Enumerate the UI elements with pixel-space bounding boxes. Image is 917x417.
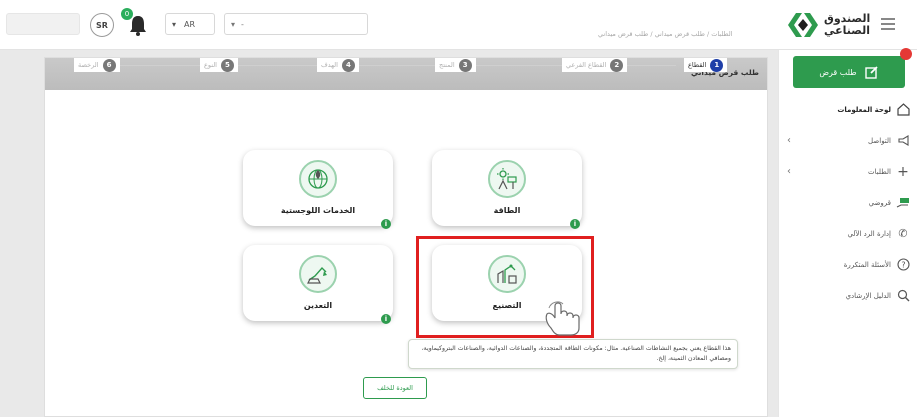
breadcrumb[interactable]: الطلبات / طلب قرض ميداني / طلب قرض ميدان… — [598, 30, 733, 38]
step-number: 1 — [710, 58, 724, 72]
sidebar-item-my-loans[interactable]: قروضي — [779, 187, 917, 218]
logo-mark-icon — [788, 13, 818, 37]
step-number: 4 — [341, 58, 355, 72]
chevron-left-icon: ‹ — [787, 166, 791, 177]
sector-description-tooltip: هذا القطاع يعني بجميع النشاطات الصناعية.… — [408, 339, 738, 369]
card-label: الطاقة — [493, 206, 521, 215]
language-value: AR — [184, 19, 196, 29]
back-button[interactable]: العودة للخلف — [363, 377, 427, 399]
new-loan-label: طلب قرض — [819, 67, 857, 77]
card-label: التعدين — [303, 301, 333, 310]
edit-icon — [864, 66, 878, 79]
language-select[interactable]: ▾ AR — [165, 13, 215, 35]
sector-card-logistics[interactable]: الخدمات اللوجستية i — [243, 150, 393, 229]
panel-header: طلب قرض ميداني — [45, 58, 767, 90]
home-icon — [896, 103, 910, 117]
chevron-down-icon: ▾ — [172, 19, 177, 29]
unit-value: - — [241, 19, 244, 29]
top-bar: SR 0 ▾ AR ▾ - الطلبات / طلب قرض ميداني /… — [0, 0, 917, 50]
sidebar-item-faq[interactable]: الأسئلة المتكررة ? — [779, 249, 917, 280]
sidebar: طلب قرض لوحة المعلومات ‹ التواصل ‹ الطلب… — [778, 48, 917, 417]
info-icon[interactable]: i — [381, 314, 391, 324]
new-loan-button[interactable]: طلب قرض — [793, 56, 905, 88]
step-number: 2 — [610, 58, 624, 72]
sector-card-mining[interactable]: التعدين i — [243, 245, 393, 324]
sector-card-energy[interactable]: الطاقة i — [432, 150, 582, 229]
step-subsector[interactable]: القطاع الفرعي 2 — [562, 58, 628, 72]
step-product[interactable]: المنتج 3 — [435, 58, 476, 72]
globe-logistics-icon — [299, 160, 337, 198]
svg-text:?: ? — [901, 260, 905, 269]
sidebar-item-requests[interactable]: ‹ الطلبات + — [779, 156, 917, 187]
search-icon — [896, 289, 910, 303]
new-loan-badge — [900, 48, 912, 60]
chevron-left-icon: ‹ — [787, 135, 791, 146]
mining-excavator-icon — [299, 255, 337, 293]
notification-count-badge: 0 — [121, 8, 133, 20]
user-menu[interactable] — [6, 13, 80, 35]
energy-icon — [488, 160, 526, 198]
hand-cursor-icon — [545, 301, 580, 336]
step-number: 3 — [458, 58, 472, 72]
logo-text: الصندوق الصناعي — [824, 12, 871, 37]
card-label: الخدمات اللوجستية — [280, 206, 356, 215]
unit-select[interactable]: ▾ - — [224, 13, 368, 35]
chevron-down-icon: ▾ — [231, 19, 236, 29]
question-icon: ? — [896, 258, 910, 272]
info-icon[interactable]: i — [381, 219, 391, 229]
sidebar-item-communication[interactable]: ‹ التواصل — [779, 125, 917, 156]
megaphone-icon — [896, 134, 910, 148]
menu-icon[interactable] — [881, 18, 895, 30]
currency-badge[interactable]: SR — [90, 13, 114, 37]
step-sector[interactable]: القطاع 1 — [684, 58, 728, 72]
logo[interactable]: الصندوق الصناعي — [786, 9, 870, 41]
sidebar-item-auto-reply[interactable]: إدارة الرد الآلي ✆ — [779, 218, 917, 249]
step-number: 5 — [220, 58, 234, 72]
hand-money-icon — [896, 196, 910, 210]
sidebar-item-guide[interactable]: الدليل الإرشادي — [779, 280, 917, 311]
step-license[interactable]: الرخصة 6 — [74, 58, 120, 72]
sidebar-nav: لوحة المعلومات ‹ التواصل ‹ الطلبات + قرو… — [779, 94, 917, 311]
step-goal[interactable]: الهدف 4 — [317, 58, 359, 72]
sidebar-item-dashboard[interactable]: لوحة المعلومات — [779, 94, 917, 125]
plus-icon: + — [897, 163, 909, 180]
info-icon[interactable]: i — [570, 219, 580, 229]
step-type[interactable]: النوع 5 — [200, 58, 238, 72]
phone-icon: ✆ — [898, 227, 908, 240]
step-number: 6 — [102, 58, 116, 72]
